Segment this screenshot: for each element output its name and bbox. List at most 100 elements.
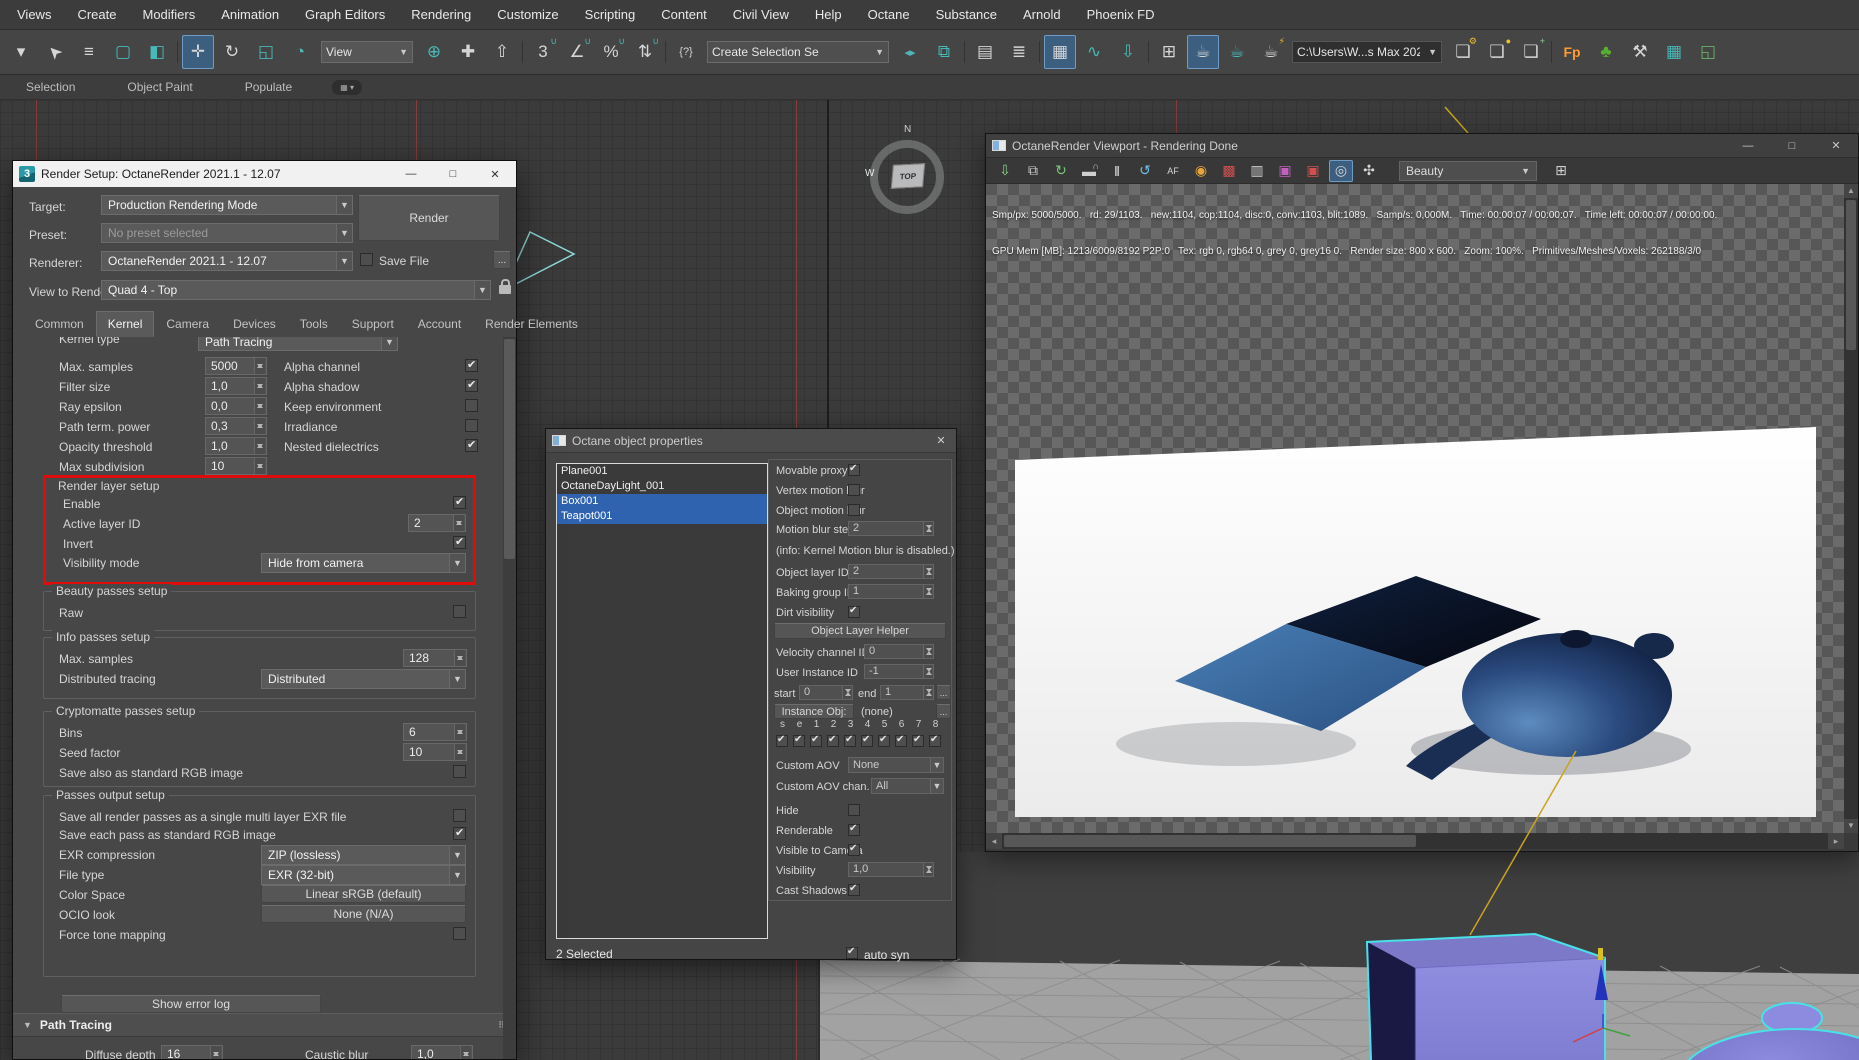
spinner-arrows[interactable]	[454, 744, 465, 760]
camera-lock-icon[interactable]: ◎	[1329, 159, 1353, 182]
spinner-arrows[interactable]	[460, 1046, 471, 1059]
spinner-arrows[interactable]	[923, 645, 932, 658]
spinner-arrows[interactable]	[923, 665, 932, 678]
alpha-shadow-checkbox[interactable]	[465, 378, 478, 392]
menu-create[interactable]: Create	[64, 0, 129, 30]
object-properties-titlebar[interactable]: Octane object properties ✕	[546, 429, 956, 453]
menu-octane[interactable]: Octane	[855, 0, 923, 30]
instance-object-button[interactable]: Instance Obj:	[774, 704, 854, 719]
path-term-power-spinner[interactable]: 0,3	[205, 417, 267, 435]
user-instance-id-spinner[interactable]: -1	[864, 664, 934, 679]
forest-pack-icon[interactable]: ♣	[1590, 35, 1622, 69]
align-icon[interactable]: ⧉	[928, 35, 960, 69]
perspective-viewport[interactable]	[699, 852, 1859, 1060]
spinner-arrows[interactable]	[923, 522, 932, 535]
active-layer-id-spinner[interactable]: 2	[408, 514, 466, 532]
select-and-scale-icon[interactable]: ◱	[250, 35, 282, 69]
render-pass-dropdown[interactable]: Beauty ▼	[1399, 160, 1537, 181]
spinner-arrows[interactable]	[254, 418, 265, 434]
spinner-arrows[interactable]	[923, 565, 932, 578]
spinner-arrows[interactable]	[454, 650, 465, 666]
irradiance-checkbox[interactable]	[465, 419, 478, 432]
render-region-icon[interactable]: ▩	[1217, 160, 1241, 182]
save-file-checkbox[interactable]	[360, 253, 373, 266]
close-button[interactable]: ✕	[926, 434, 956, 447]
data-table-icon[interactable]: ▦	[1658, 35, 1690, 69]
save-multilayer-exr-checkbox[interactable]	[453, 809, 466, 822]
mirror-icon[interactable]: ◂▸	[894, 35, 926, 69]
octane-object-properties-dialog[interactable]: Octane object properties ✕ Plane001 Octa…	[545, 428, 957, 962]
object-motion-blur-checkbox[interactable]	[848, 504, 860, 516]
menu-help[interactable]: Help	[802, 0, 855, 30]
keep-environment-checkbox[interactable]	[465, 399, 478, 412]
angle-snap-icon[interactable]: ∠ ∪	[561, 35, 593, 69]
distributed-tracing-dropdown[interactable]: Distributed ▼	[261, 669, 466, 689]
film-lock-icon[interactable]: ⊞	[1549, 160, 1573, 182]
visible-to-camera-checkbox[interactable]	[848, 843, 860, 856]
layer-checkbox[interactable]	[844, 734, 856, 747]
save-each-pass-checkbox[interactable]	[453, 826, 466, 840]
schematic-view-icon[interactable]: ⇩	[1112, 35, 1144, 69]
compact-material-editor-icon[interactable]: ☕	[1187, 35, 1219, 69]
menu-modifiers[interactable]: Modifiers	[129, 0, 208, 30]
object-list[interactable]: Plane001 OctaneDayLight_001 Box001 Teapo…	[556, 463, 768, 939]
seed-factor-spinner[interactable]: 10	[403, 743, 467, 761]
range-browse-button[interactable]: ...	[936, 685, 951, 700]
baking-group-id-spinner[interactable]: 1	[848, 584, 934, 599]
toolbar-overflow-arrow[interactable]: ▾	[5, 35, 37, 69]
preset-dropdown[interactable]: No preset selected ▼	[101, 223, 353, 243]
slate-material-editor-icon[interactable]: ☕	[1221, 35, 1253, 69]
named-selection-sets-dropdown[interactable]: Create Selection Se ▼	[707, 41, 889, 63]
start-spinner[interactable]: 0	[799, 685, 853, 700]
denoiser-icon[interactable]: ✣	[1357, 160, 1381, 182]
path-tracing-rollout[interactable]: ▼ Path Tracing ⠿	[13, 1013, 503, 1037]
snap-toggle-3d-icon[interactable]: 3 ∪	[527, 35, 559, 69]
octane-viewport-titlebar[interactable]: OctaneRender Viewport - Rendering Done —…	[986, 134, 1858, 158]
tab-tools[interactable]: Tools	[288, 311, 340, 337]
object-layer-helper-button[interactable]: Object Layer Helper	[774, 623, 946, 639]
list-item-selected[interactable]: Box001	[557, 494, 767, 509]
menu-rendering[interactable]: Rendering	[398, 0, 484, 30]
close-button[interactable]: ✕	[1814, 134, 1858, 158]
object-layer-id-spinner[interactable]: 2	[848, 564, 934, 579]
scroll-left-icon[interactable]: ◂	[986, 833, 1002, 849]
view-to-render-dropdown[interactable]: Quad 4 - Top ▼	[101, 280, 491, 300]
render-iterative-icon[interactable]: ❏ +	[1515, 35, 1547, 69]
use-pivot-center-icon[interactable]: ⊕	[418, 35, 450, 69]
vertex-motion-blur-checkbox[interactable]	[848, 484, 860, 496]
opacity-threshold-spinner[interactable]: 1,0	[205, 437, 267, 455]
menu-scripting[interactable]: Scripting	[572, 0, 649, 30]
reload-icon[interactable]: ↻	[1049, 160, 1073, 182]
layer-checkbox[interactable]	[861, 734, 873, 747]
info-max-samples-spinner[interactable]: 128	[403, 649, 467, 667]
save-render-icon[interactable]: ⇩	[993, 160, 1017, 182]
ribbon-tab-object-paint[interactable]: Object Paint	[101, 80, 218, 94]
layer-checkbox[interactable]	[827, 734, 839, 747]
octane-viewport-window[interactable]: OctaneRender Viewport - Rendering Done —…	[985, 133, 1859, 852]
save-rgb-checkbox[interactable]	[453, 765, 466, 778]
motion-blur-steps-spinner[interactable]: 2	[848, 521, 934, 536]
invert-checkbox[interactable]	[453, 535, 466, 549]
spinner-arrows[interactable]	[842, 686, 851, 699]
max-samples-spinner[interactable]: 5000	[205, 357, 267, 375]
spinner-arrows[interactable]	[453, 515, 464, 531]
layer-checkbox[interactable]	[912, 734, 924, 747]
scroll-right-icon[interactable]: ▸	[1828, 833, 1844, 849]
menu-arnold[interactable]: Arnold	[1010, 0, 1074, 30]
nested-dielectrics-checkbox[interactable]	[465, 438, 478, 452]
cast-shadows-checkbox[interactable]	[848, 883, 860, 896]
tools-wrench-icon[interactable]: ⚒	[1624, 35, 1656, 69]
curve-editor-icon[interactable]: ∿	[1078, 35, 1110, 69]
list-item[interactable]: OctaneDayLight_001	[557, 479, 767, 494]
maximize-button[interactable]: □	[432, 161, 474, 187]
tab-support[interactable]: Support	[340, 311, 406, 337]
reference-coordinate-dropdown[interactable]: View ▼	[321, 41, 413, 63]
ribbon-options-button[interactable]: ▦ ▾	[332, 79, 363, 95]
ribbon-tab-selection[interactable]: Selection	[0, 80, 101, 94]
project-path-dropdown[interactable]: C:\Users\W...s Max 2022 ▼	[1292, 41, 1442, 63]
restart-icon[interactable]: ↺	[1133, 160, 1157, 182]
spinner-arrows[interactable]	[254, 398, 265, 414]
octane-render-area[interactable]: Smp/px: 5000/5000. rd: 29/1103. new:1104…	[986, 184, 1844, 833]
copy-image-icon[interactable]: ⧉	[1021, 160, 1045, 182]
select-by-name-icon[interactable]: ≡	[73, 35, 105, 69]
